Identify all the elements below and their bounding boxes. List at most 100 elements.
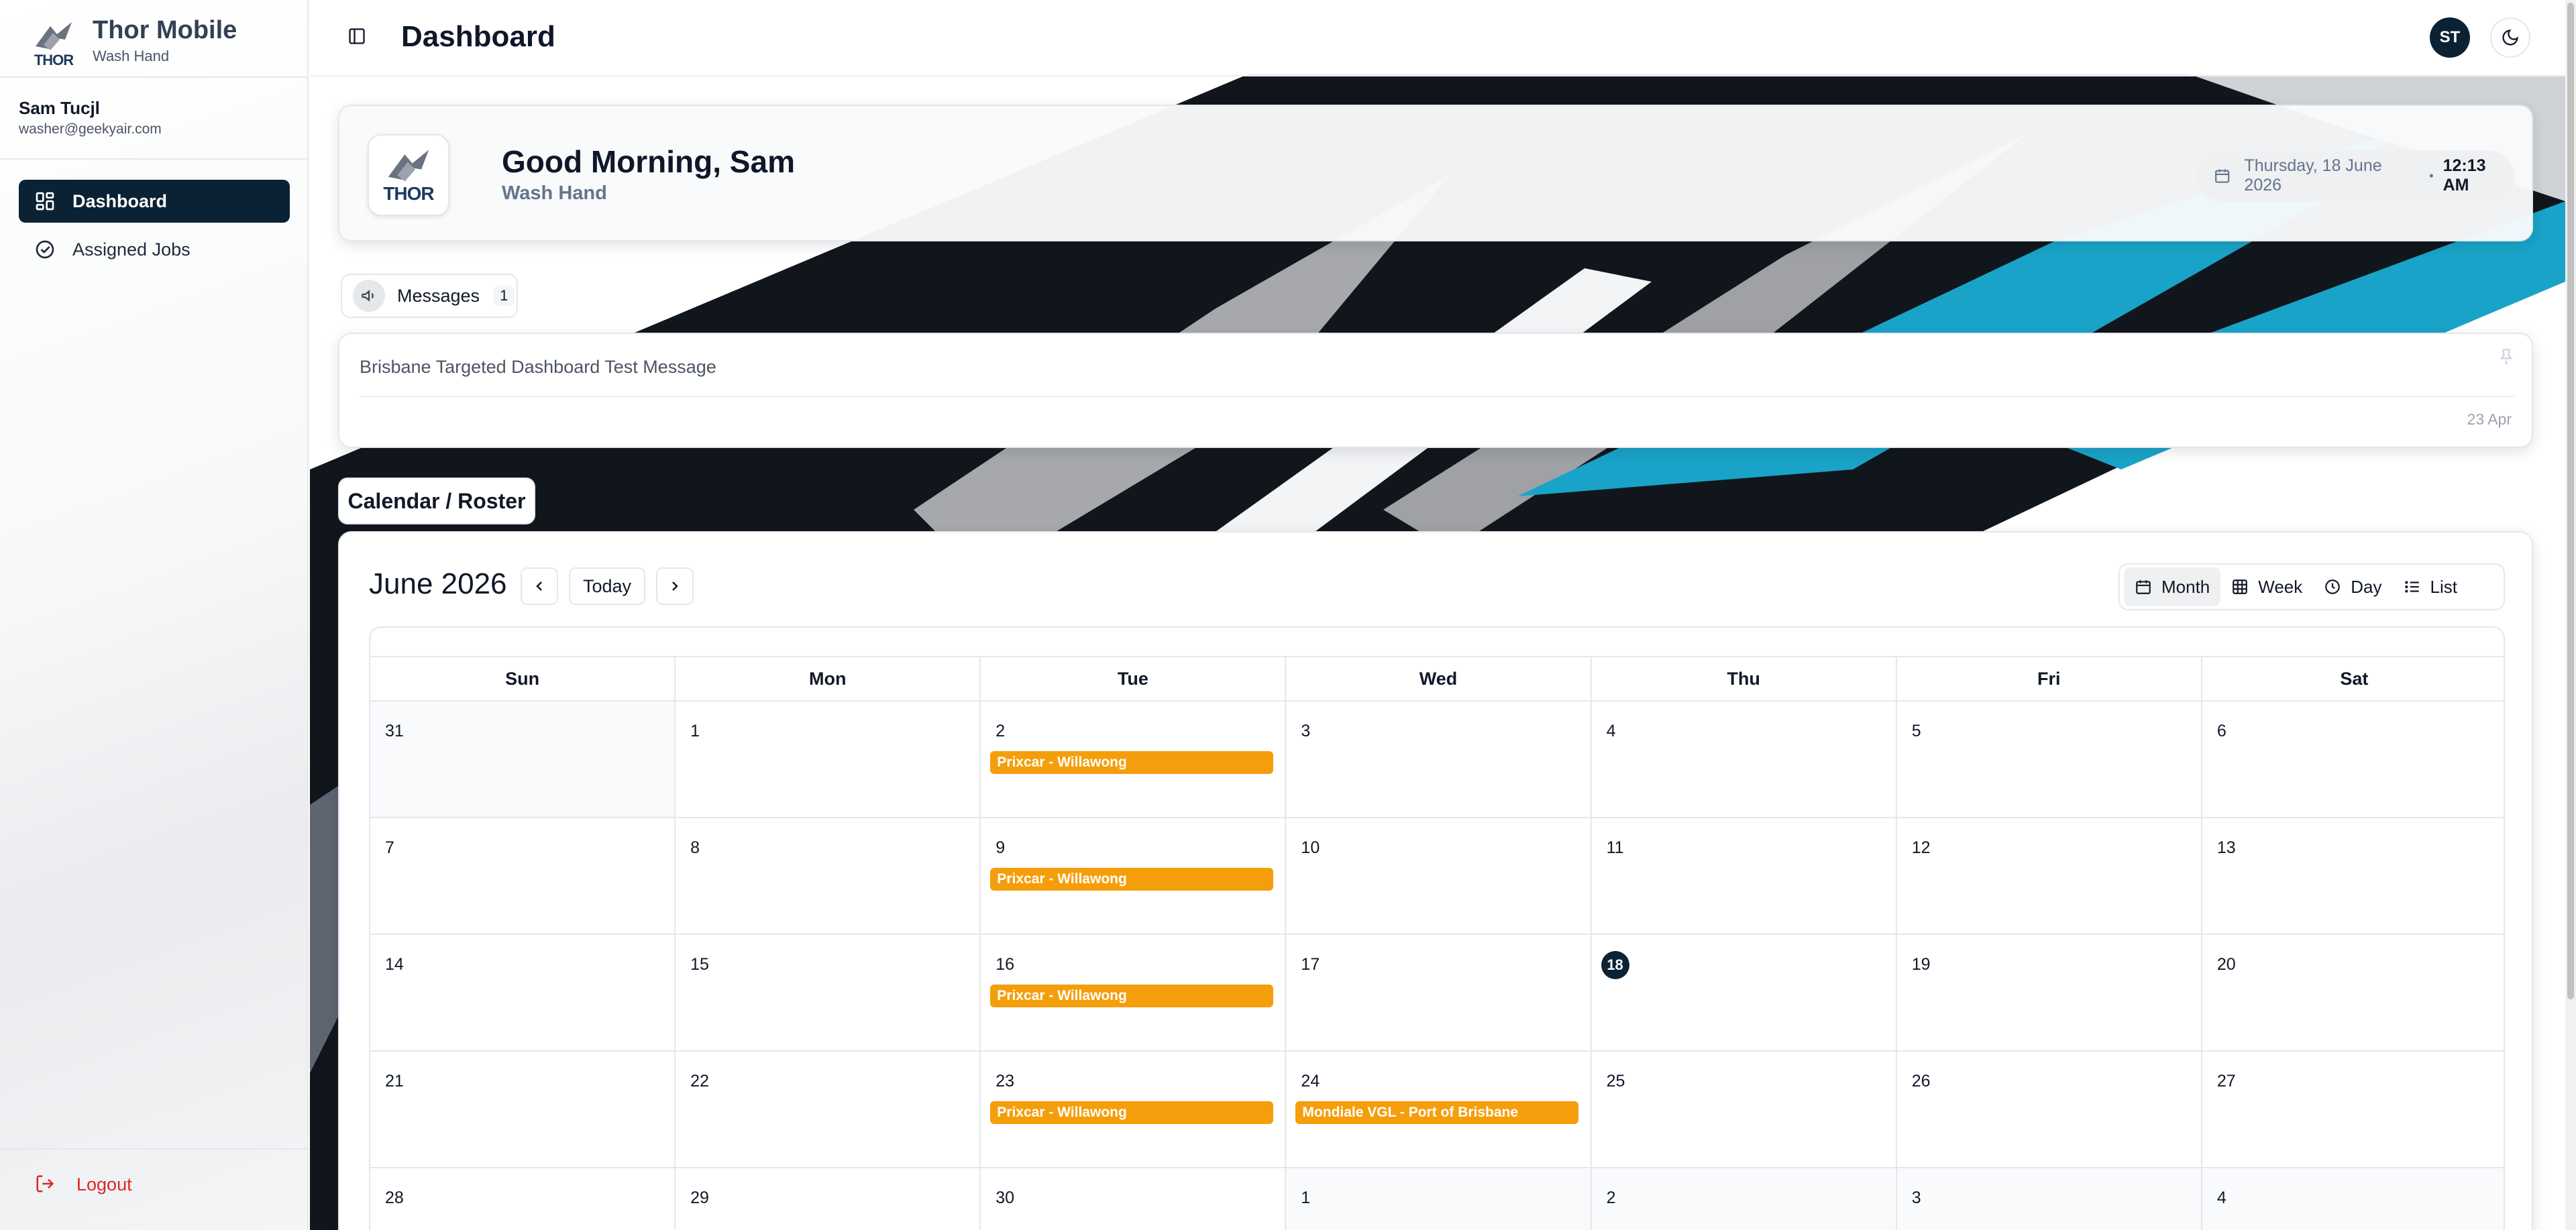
calendar-day-cell[interactable]: 1	[676, 702, 981, 817]
day-number[interactable]: 9	[996, 838, 1005, 858]
today-button[interactable]: Today	[569, 567, 645, 605]
calendar-day-cell[interactable]: 7	[370, 818, 676, 934]
day-number[interactable]: 1	[1301, 1188, 1310, 1208]
day-number[interactable]: 10	[1301, 838, 1320, 858]
sidebar-toggle-button[interactable]	[347, 27, 369, 48]
prev-month-button[interactable]	[521, 567, 558, 605]
calendar-day-cell[interactable]: 26	[1896, 1052, 2202, 1167]
calendar-day-cell[interactable]: 24 Mondiale VGL - Port of Brisbane	[1286, 1052, 1592, 1167]
calendar-day-cell[interactable]: 2 Prixcar - Willawong	[981, 702, 1287, 817]
calendar-day-cell[interactable]: 21	[370, 1052, 676, 1167]
day-number[interactable]: 21	[385, 1072, 404, 1091]
calendar-day-cell[interactable]: 5	[1896, 702, 2202, 817]
calendar-event[interactable]: Prixcar - Willawong	[990, 985, 1274, 1007]
day-number[interactable]: 1	[690, 722, 700, 741]
calendar-day-cell[interactable]: 27	[2202, 1052, 2504, 1167]
day-number[interactable]: 3	[1301, 722, 1310, 741]
calendar-day-cell[interactable]: 4	[2202, 1168, 2504, 1230]
calendar-day-cell[interactable]: 28	[370, 1168, 676, 1230]
calendar-day-cell[interactable]: 2	[1591, 1168, 1897, 1230]
day-number[interactable]: 15	[690, 955, 709, 974]
calendar-day-cell[interactable]: 12	[1896, 818, 2202, 934]
day-number[interactable]: 12	[1912, 838, 1931, 858]
weekday-header: Sat	[2340, 668, 2369, 689]
day-number[interactable]: 14	[385, 955, 404, 974]
calendar-day-cell[interactable]: 20	[2202, 935, 2504, 1050]
view-list-button[interactable]: List	[2393, 567, 2468, 606]
calendar-day-cell[interactable]: 10	[1286, 818, 1592, 934]
calendar-day-cell[interactable]: 17	[1286, 935, 1592, 1050]
day-number[interactable]: 7	[385, 838, 394, 858]
page-title: Dashboard	[401, 20, 555, 53]
day-number[interactable]: 8	[690, 838, 700, 858]
calendar-event[interactable]: Prixcar - Willawong	[990, 751, 1274, 774]
calendar-day-cell[interactable]: 11	[1591, 818, 1897, 934]
day-number[interactable]: 4	[1607, 722, 1616, 741]
page-scrollbar[interactable]	[2565, 0, 2576, 1230]
calendar-day-cell[interactable]: 9 Prixcar - Willawong	[981, 818, 1287, 934]
calendar-day-cell[interactable]: 15	[676, 935, 981, 1050]
calendar-day-cell[interactable]: 3	[1286, 702, 1592, 817]
scrollbar-thumb[interactable]	[2567, 3, 2574, 999]
calendar-event[interactable]: Prixcar - Willawong	[990, 1101, 1274, 1124]
day-number[interactable]: 22	[690, 1072, 709, 1091]
calendar-day-cell[interactable]: 6	[2202, 702, 2504, 817]
today-day-number[interactable]: 18	[1601, 951, 1629, 979]
day-number[interactable]: 6	[2217, 722, 2226, 741]
day-number[interactable]: 11	[1607, 838, 1624, 858]
sidebar-item-dashboard[interactable]: Dashboard	[19, 180, 290, 223]
day-number[interactable]: 23	[996, 1072, 1014, 1091]
calendar-day-cell[interactable]: 25	[1591, 1052, 1897, 1167]
view-label: List	[2430, 576, 2457, 597]
calendar-day-cell[interactable]: 18	[1591, 935, 1897, 1050]
day-number[interactable]: 2	[996, 722, 1005, 741]
day-number[interactable]: 31	[385, 722, 404, 741]
theme-toggle-button[interactable]	[2490, 17, 2530, 58]
day-number[interactable]: 4	[2217, 1188, 2226, 1208]
day-number[interactable]: 2	[1607, 1188, 1616, 1208]
day-number[interactable]: 25	[1607, 1072, 1625, 1091]
calendar-day-cell[interactable]: 8	[676, 818, 981, 934]
messages-tab[interactable]: Messages 1	[341, 274, 518, 318]
view-month-button[interactable]: Month	[2124, 567, 2221, 606]
calendar-day-cell[interactable]: 29	[676, 1168, 981, 1230]
day-number[interactable]: 19	[1912, 955, 1931, 974]
day-number[interactable]: 30	[996, 1188, 1014, 1208]
view-day-button[interactable]: Day	[2313, 567, 2392, 606]
calendar-day-cell[interactable]: 22	[676, 1052, 981, 1167]
chevron-left-icon	[536, 581, 542, 591]
calendar-day-cell[interactable]: 3	[1896, 1168, 2202, 1230]
view-week-button[interactable]: Week	[2220, 567, 2313, 606]
calendar-day-cell[interactable]: 16 Prixcar - Willawong	[981, 935, 1287, 1050]
calendar-day-cell[interactable]: 30	[981, 1168, 1287, 1230]
calendar-day-cell[interactable]: 4	[1591, 702, 1897, 817]
brand[interactable]: THOR Thor Mobile Wash Hand	[27, 11, 237, 71]
avatar[interactable]: ST	[2430, 17, 2470, 58]
calendar-event[interactable]: Mondiale VGL - Port of Brisbane	[1295, 1101, 1579, 1124]
day-number[interactable]: 13	[2217, 838, 2236, 858]
logout-button[interactable]: Logout	[35, 1174, 132, 1195]
divider	[0, 76, 309, 78]
next-month-button[interactable]	[656, 567, 694, 605]
calendar-day-cell[interactable]: 19	[1896, 935, 2202, 1050]
day-number[interactable]: 17	[1301, 955, 1320, 974]
day-number[interactable]: 5	[1912, 722, 1921, 741]
day-number[interactable]: 20	[2217, 955, 2236, 974]
sidebar-item-assigned-jobs[interactable]: Assigned Jobs	[19, 228, 290, 271]
day-number[interactable]: 24	[1301, 1072, 1320, 1091]
message-card[interactable]: Brisbane Targeted Dashboard Test Message…	[338, 333, 2533, 448]
calendar-event[interactable]: Prixcar - Willawong	[990, 868, 1274, 891]
calendar-day-cell[interactable]: 31	[370, 702, 676, 817]
calendar-day-cell[interactable]: 14	[370, 935, 676, 1050]
calendar-day-cell[interactable]: 1	[1286, 1168, 1592, 1230]
pin-icon[interactable]	[2497, 347, 2516, 366]
day-number[interactable]: 27	[2217, 1072, 2236, 1091]
day-number[interactable]: 3	[1912, 1188, 1921, 1208]
day-number[interactable]: 16	[996, 955, 1014, 974]
day-number[interactable]: 26	[1912, 1072, 1931, 1091]
day-number[interactable]: 28	[385, 1188, 404, 1208]
calendar-day-cell[interactable]: 13	[2202, 818, 2504, 934]
calendar-day-cell[interactable]: 23 Prixcar - Willawong	[981, 1052, 1287, 1167]
divider	[360, 396, 2514, 397]
day-number[interactable]: 29	[690, 1188, 709, 1208]
